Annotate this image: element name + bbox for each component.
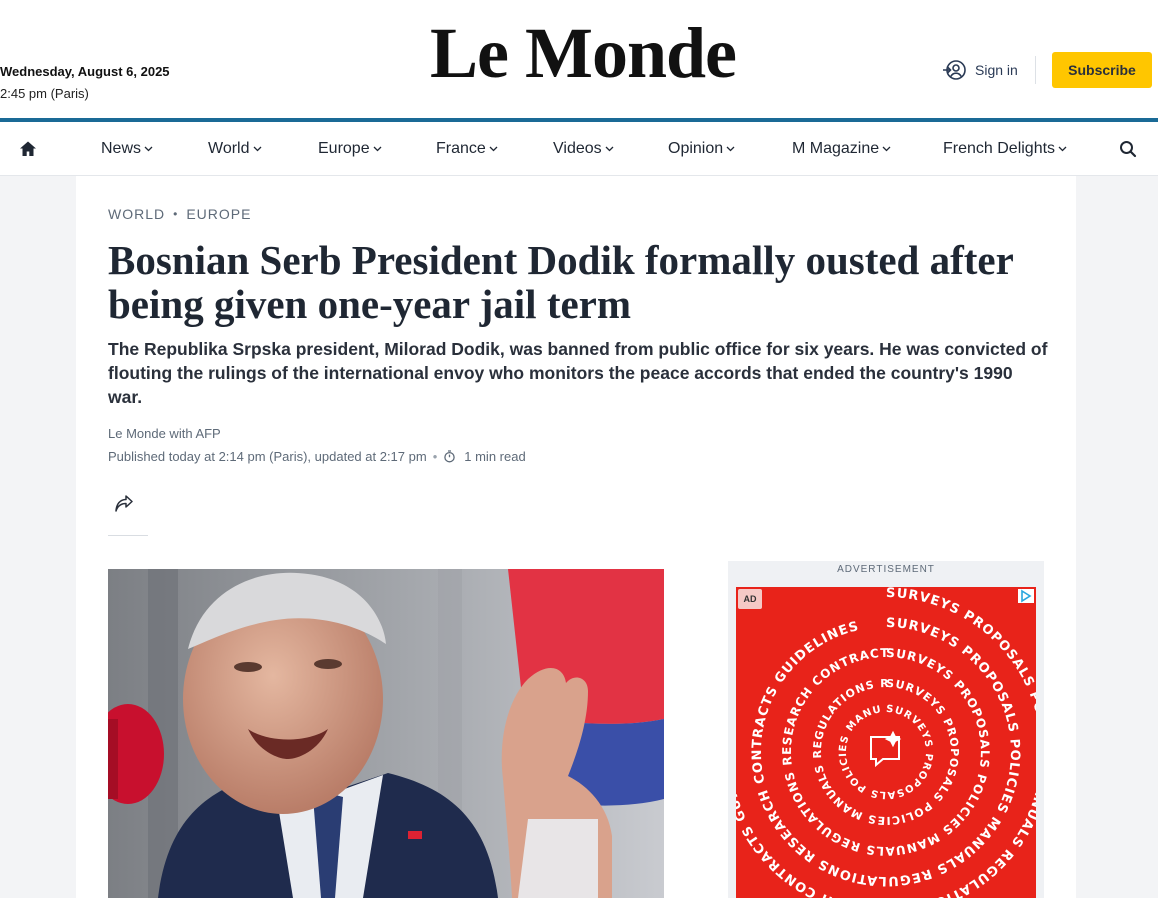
meta-separator: • xyxy=(432,449,438,464)
chevron-down-icon xyxy=(489,146,498,152)
nav-item-france[interactable]: France xyxy=(436,140,498,158)
article-title: Bosnian Serb President Dodik formally ou… xyxy=(108,237,1014,327)
nav-item-label: French Delights xyxy=(943,140,1056,157)
nav-item-french-delights[interactable]: French Delights xyxy=(943,140,1067,158)
breadcrumb-separator: • xyxy=(173,207,179,221)
chevron-down-icon xyxy=(605,146,614,152)
nav-item-label: News xyxy=(101,140,142,157)
spiral-text-art: SURVEYS PROPOSALS POLICIES MANUALS REGUL… xyxy=(736,587,1036,898)
chevron-down-icon xyxy=(373,146,382,152)
nav-item-label: Opinion xyxy=(668,140,724,157)
chevron-down-icon xyxy=(144,146,153,152)
nav-item-m-magazine[interactable]: M Magazine xyxy=(792,140,891,158)
advertisement-label: ADVERTISEMENT xyxy=(837,564,935,575)
current-time: 2:45 pm (Paris) xyxy=(0,86,89,101)
nav-item-opinion[interactable]: Opinion xyxy=(668,140,735,158)
publish-date: Published today at 2:14 pm (Paris), upda… xyxy=(108,449,427,464)
share-icon[interactable] xyxy=(112,492,136,516)
stopwatch-icon xyxy=(444,450,456,463)
current-date: Wednesday, August 6, 2025 xyxy=(0,64,170,79)
article-lede: The Republika Srpska president, Milorad … xyxy=(108,339,1048,407)
header-divider xyxy=(1035,56,1036,84)
nav-item-videos[interactable]: Videos xyxy=(553,140,614,158)
advertisement-slot: ADVERTISEMENT SURVEYS PROPOSALS POLICIES… xyxy=(728,561,1044,898)
home-icon[interactable] xyxy=(18,139,38,159)
ad-badge: AD xyxy=(738,589,762,609)
chevron-down-icon xyxy=(882,146,891,152)
sign-in-link[interactable]: Sign in xyxy=(942,58,1018,82)
nav-item-label: M Magazine xyxy=(792,140,880,157)
article-byline: Le Monde with AFP xyxy=(108,426,221,441)
read-time: 1 min read xyxy=(464,449,526,464)
chevron-down-icon xyxy=(1058,146,1067,152)
le-monde-logo[interactable]: Le Monde xyxy=(430,17,737,89)
subscribe-button[interactable]: Subscribe xyxy=(1052,52,1152,88)
article-container: WORLD • EUROPE Bosnian Serb President Do… xyxy=(76,176,1076,898)
breadcrumb: WORLD • EUROPE xyxy=(108,206,251,222)
sign-in-label: Sign in xyxy=(975,62,1018,78)
main-nav: News World Europe France Videos Opinion … xyxy=(0,122,1158,176)
divider xyxy=(108,535,148,536)
chevron-down-icon xyxy=(253,146,261,152)
nav-item-europe[interactable]: Europe xyxy=(318,140,382,158)
user-login-icon xyxy=(943,60,966,80)
breadcrumb-europe[interactable]: EUROPE xyxy=(186,206,251,222)
nav-item-label: Europe xyxy=(318,140,370,157)
nav-item-label: France xyxy=(436,140,486,157)
chevron-down-icon xyxy=(726,146,735,152)
nav-item-label: Videos xyxy=(553,140,602,157)
article-meta: Published today at 2:14 pm (Paris), upda… xyxy=(108,449,526,464)
nav-item-world[interactable]: World xyxy=(208,140,262,158)
breadcrumb-world[interactable]: WORLD xyxy=(108,206,165,222)
ad-creative[interactable]: SURVEYS PROPOSALS POLICIES MANUALS REGUL… xyxy=(736,587,1036,898)
dodik-photo-illustration xyxy=(108,569,664,898)
search-icon[interactable] xyxy=(1118,139,1138,159)
article-photo[interactable] xyxy=(108,569,664,898)
nav-item-label: World xyxy=(208,140,250,157)
site-header: Wednesday, August 6, 2025 2:45 pm (Paris… xyxy=(0,0,1158,118)
nav-item-news[interactable]: News xyxy=(101,140,153,158)
adchoices-icon[interactable] xyxy=(1018,589,1034,603)
